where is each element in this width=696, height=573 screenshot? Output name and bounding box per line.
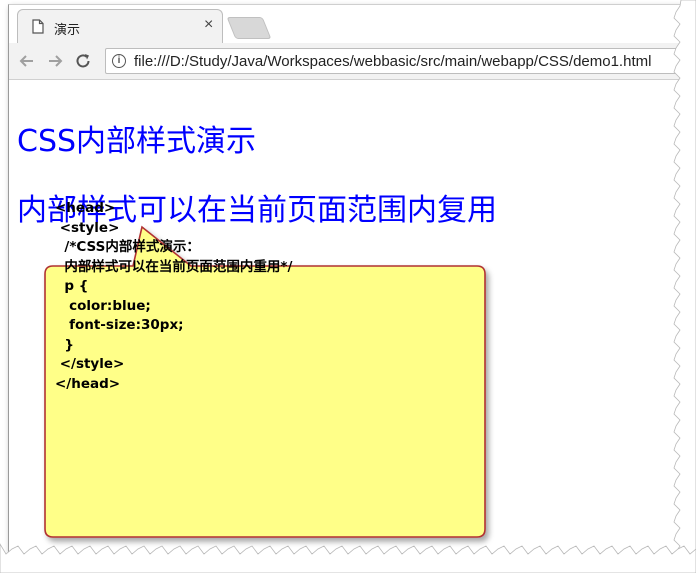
torn-edge-decoration bbox=[0, 0, 696, 573]
